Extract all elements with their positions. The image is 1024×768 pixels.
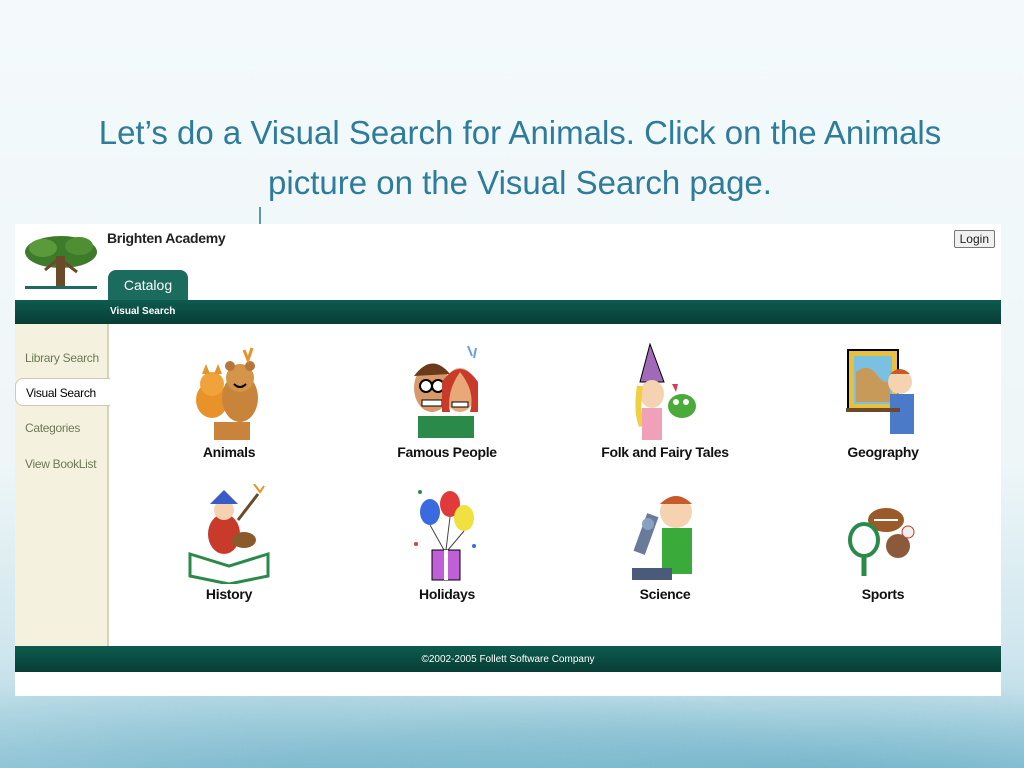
history-icon[interactable] <box>184 484 274 584</box>
category-label[interactable]: Holidays <box>372 586 522 602</box>
sidebar-item-library-search[interactable]: Library Search <box>15 344 107 372</box>
school-name: Brighten Academy <box>107 230 226 246</box>
category-label[interactable]: Folk and Fairy Tales <box>590 444 740 460</box>
sidebar-item-view-booklist[interactable]: View BookList <box>15 450 107 478</box>
app-header: Brighten Academy Login Catalog <box>15 224 1001 300</box>
category-history[interactable]: History <box>154 484 304 602</box>
category-geography[interactable]: Geography <box>808 342 958 460</box>
fairy-tales-icon[interactable] <box>620 342 710 442</box>
nav-current-page: Visual Search <box>110 306 176 317</box>
geography-icon[interactable] <box>838 342 928 442</box>
category-holidays[interactable]: Holidays <box>372 484 522 602</box>
category-animals[interactable]: Animals <box>154 342 304 460</box>
category-label[interactable]: History <box>154 586 304 602</box>
science-icon[interactable] <box>620 484 710 584</box>
category-science[interactable]: Science <box>590 484 740 602</box>
category-label[interactable]: Animals <box>154 444 304 460</box>
sidebar-item-visual-search[interactable]: Visual Search <box>15 378 110 406</box>
sports-icon[interactable] <box>838 484 928 584</box>
category-label[interactable]: Geography <box>808 444 958 460</box>
category-label[interactable]: Sports <box>808 586 958 602</box>
holidays-icon[interactable] <box>402 484 492 584</box>
sidebar-item-categories[interactable]: Categories <box>15 414 107 442</box>
login-button[interactable]: Login <box>953 230 995 248</box>
tab-catalog[interactable]: Catalog <box>108 270 188 300</box>
famous-people-icon[interactable] <box>402 342 492 442</box>
animals-icon[interactable] <box>184 342 274 442</box>
category-label[interactable]: Science <box>590 586 740 602</box>
category-famous-people[interactable]: Famous People <box>372 342 522 460</box>
catalog-app-window: Brighten Academy Login Catalog Visual Se… <box>15 224 1001 696</box>
category-label[interactable]: Famous People <box>372 444 522 460</box>
copyright-text: ©2002-2005 Follett Software Company <box>421 654 595 665</box>
slide-instruction: Let’s do a Visual Search for Animals. Cl… <box>98 114 942 201</box>
sidebar: Library Search Visual Search Categories … <box>15 324 110 646</box>
app-footer: ©2002-2005 Follett Software Company <box>15 646 1001 672</box>
category-sports[interactable]: Sports <box>808 484 958 602</box>
nav-bar: Visual Search <box>15 300 1001 324</box>
category-folk-and-fairy-tales[interactable]: Folk and Fairy Tales <box>590 342 740 460</box>
tree-logo-icon <box>25 236 97 289</box>
